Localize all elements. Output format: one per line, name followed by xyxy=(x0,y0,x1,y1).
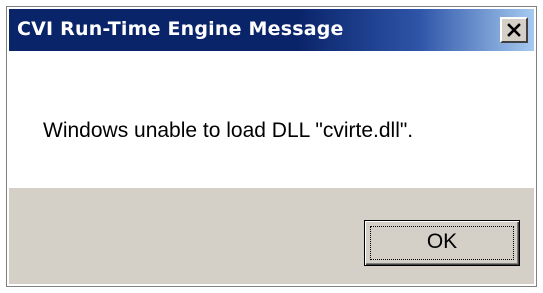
close-button[interactable] xyxy=(500,17,528,43)
error-message: Windows unable to load DLL "cvirte.dll". xyxy=(43,119,414,142)
close-icon xyxy=(507,23,521,37)
ok-button[interactable]: OK xyxy=(364,220,520,266)
ok-button-label: OK xyxy=(426,230,458,253)
message-dialog: CVI Run-Time Engine Message Windows unab… xyxy=(6,6,537,287)
title-bar[interactable]: CVI Run-Time Engine Message xyxy=(9,9,534,51)
message-area: Windows unable to load DLL "cvirte.dll". xyxy=(9,51,534,188)
dialog-title: CVI Run-Time Engine Message xyxy=(17,18,344,40)
button-bar: OK xyxy=(9,188,534,284)
